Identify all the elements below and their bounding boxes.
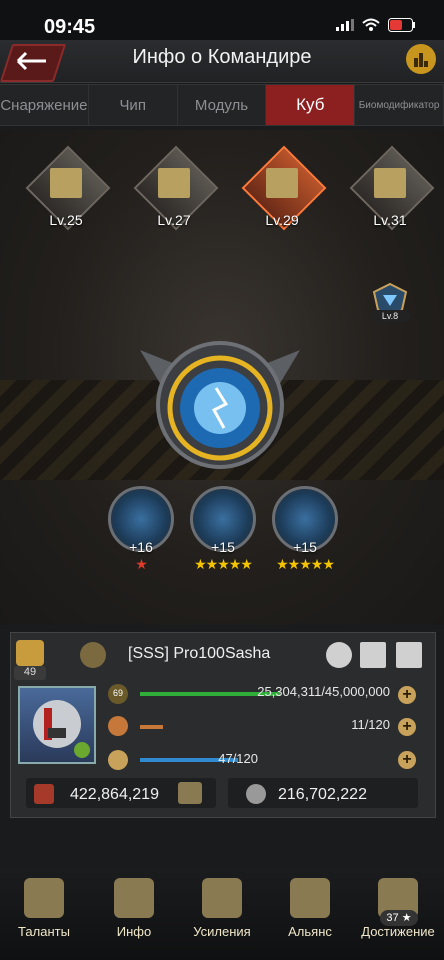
page-title: Инфо о Командире xyxy=(132,46,312,68)
battery-icon xyxy=(388,18,415,32)
nav-label: Альянс xyxy=(288,924,332,939)
nav-label: Таланты xyxy=(18,924,70,939)
cube-core[interactable] xyxy=(130,330,310,480)
signal-icon xyxy=(336,19,354,31)
alliance-icon xyxy=(290,878,330,918)
nav-label: Инфо xyxy=(116,924,152,939)
kills-value: 216,702,222 xyxy=(278,786,367,803)
medal-icon xyxy=(80,642,106,668)
stats-chart-button[interactable] xyxy=(406,44,436,74)
tab-bar: Снаряжение Чип Модуль Куб Биомодификатор xyxy=(0,84,444,126)
nav-alliance[interactable]: Альянс xyxy=(268,876,352,956)
document-icon[interactable] xyxy=(360,642,386,668)
tab-module[interactable]: Модуль xyxy=(178,85,267,125)
tab-cube[interactable]: Куб xyxy=(266,85,356,125)
tab-equipment[interactable]: Снаряжение xyxy=(0,85,89,125)
cube-slot-3[interactable]: +15 ★★★★★ xyxy=(272,486,338,572)
nav-info[interactable]: Инфо xyxy=(92,876,176,956)
ammo-text: 11/120 xyxy=(351,717,390,732)
add-exp-button[interactable]: + xyxy=(398,686,416,704)
building-level: Lv.27 xyxy=(157,212,191,228)
add-energy-button[interactable]: + xyxy=(398,751,416,769)
nav-boosts[interactable]: Усиления xyxy=(180,876,264,956)
building-level: Lv.29 xyxy=(265,212,299,228)
core-level-text: Lv.8 xyxy=(370,310,410,322)
exp-text: 25,304,311/45,000,000 xyxy=(257,684,390,699)
achievement-badge: 37 ★ xyxy=(380,910,418,926)
energy-core-icon xyxy=(140,341,300,469)
rank-level: 49 xyxy=(14,666,46,680)
cube-value: +16 xyxy=(129,539,153,555)
tab-biomodifier[interactable]: Биомодификатор xyxy=(355,85,444,125)
cube-stars: ★★★★★ xyxy=(194,556,253,572)
power-detail-icon[interactable] xyxy=(178,782,202,804)
avatar[interactable] xyxy=(18,686,96,764)
building-slot-4[interactable]: Lv.31 xyxy=(349,145,435,231)
bar-chart-icon xyxy=(414,53,428,67)
nav-label: Достижение xyxy=(361,924,435,939)
boosts-icon xyxy=(202,878,242,918)
cube-slot-1[interactable]: +16 ★ xyxy=(108,486,174,572)
cube-stars: ★ xyxy=(135,556,148,572)
status-icons xyxy=(336,18,416,32)
edit-icon[interactable] xyxy=(396,642,422,668)
core-level-badge[interactable]: Lv.8 xyxy=(370,282,410,322)
rank-icon xyxy=(16,640,44,666)
nav-talents[interactable]: Таланты xyxy=(2,876,86,956)
status-time: 09:45 xyxy=(44,16,96,38)
tab-chip[interactable]: Чип xyxy=(89,85,178,125)
status-bar: 09:45 xyxy=(0,0,444,40)
building-slot-1[interactable]: Lv.25 xyxy=(25,145,111,231)
cube-stars: ★★★★★ xyxy=(276,556,335,572)
profile-icon[interactable] xyxy=(326,642,352,668)
power-icon xyxy=(34,784,54,804)
power-value: 422,864,219 xyxy=(70,786,159,803)
cube-value: +15 xyxy=(293,539,317,555)
building-slot-2[interactable]: Lv.27 xyxy=(133,145,219,231)
building-icon xyxy=(158,168,190,198)
add-ammo-button[interactable]: + xyxy=(398,718,416,736)
building-slot-3[interactable]: Lv.29 xyxy=(241,145,327,231)
wifi-icon xyxy=(362,18,380,31)
building-icon xyxy=(266,168,298,198)
commander-name: [SSS] Pro100Sasha xyxy=(128,645,271,662)
cube-slot-2[interactable]: +15 ★★★★★ xyxy=(190,486,256,572)
energy-text: 47/120 xyxy=(218,751,258,766)
info-icon xyxy=(114,878,154,918)
bullet-icon xyxy=(108,716,128,736)
skull-icon xyxy=(246,784,266,804)
building-icon xyxy=(374,168,406,198)
helmet-icon xyxy=(33,700,90,758)
avatar-level: 69 xyxy=(112,688,123,698)
building-level: Lv.31 xyxy=(373,212,407,228)
building-level: Lv.25 xyxy=(49,212,83,228)
cube-value: +15 xyxy=(211,539,235,555)
talents-icon xyxy=(24,878,64,918)
building-icon xyxy=(50,168,82,198)
nav-label: Усиления xyxy=(193,924,251,939)
energy-icon xyxy=(108,750,128,770)
